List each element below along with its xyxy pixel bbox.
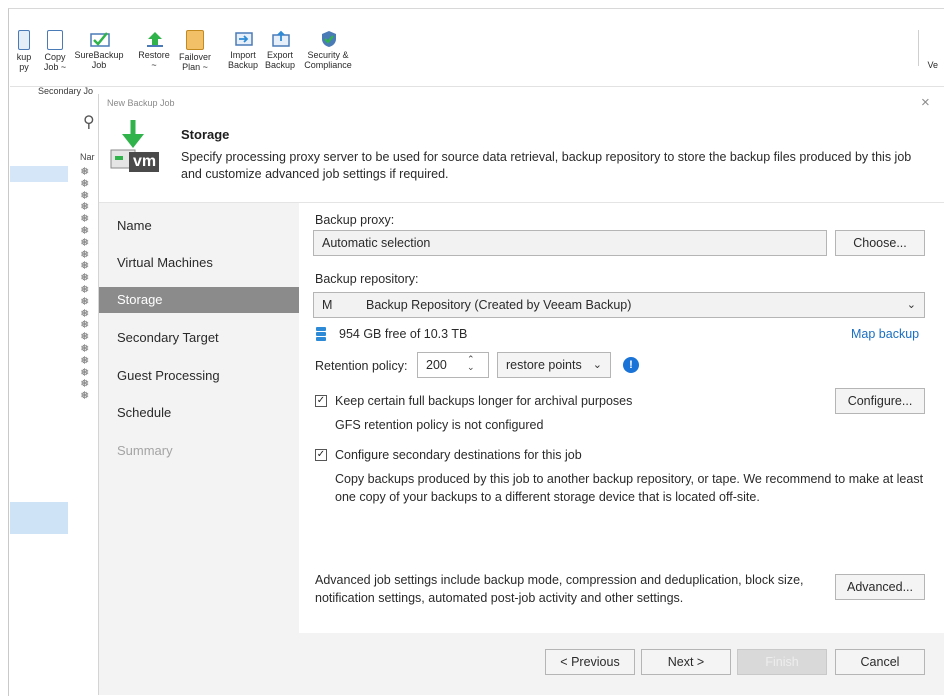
configure-gfs-button[interactable]: Configure... xyxy=(835,388,925,414)
job-row-icon[interactable]: ❅ xyxy=(80,237,89,250)
step-secondary-target[interactable]: Secondary Target xyxy=(99,325,299,351)
ribbon-failover-plan[interactable]: Failover Plan ~ xyxy=(174,30,216,72)
job-row-icon[interactable]: ❅ xyxy=(80,285,89,297)
ribbon-export-backup[interactable]: Export Backup xyxy=(262,30,298,70)
step-summary: Summary xyxy=(117,443,173,458)
map-backup-link[interactable]: Map backup xyxy=(851,327,919,341)
ribbon-label: Copy Job ~ xyxy=(43,52,67,72)
navigation-pane xyxy=(10,96,69,693)
page-description: Specify processing proxy server to be us… xyxy=(181,150,912,181)
import-backup-icon xyxy=(233,30,253,48)
retention-count-value: 200 xyxy=(426,358,447,372)
step-guest-processing[interactable]: Guest Processing xyxy=(99,363,299,389)
new-backup-job-dialog: New Backup Job × vm Storage Specify proc… xyxy=(98,94,944,695)
backup-repository-select[interactable]: M Backup Repository (Created by Veeam Ba… xyxy=(313,292,925,318)
retention-unit-value: restore points xyxy=(506,358,582,372)
step-virtual-machines[interactable]: Virtual Machines xyxy=(99,250,299,276)
ribbon-right-label: Ve xyxy=(927,60,938,70)
secondary-destinations-checkbox[interactable]: ✓ xyxy=(315,449,327,461)
storage-settings: Backup proxy: Automatic selection Choose… xyxy=(299,203,944,633)
finish-button: Finish xyxy=(737,649,827,675)
ribbon-label: Security & Compliance xyxy=(304,50,352,70)
retention-count-field[interactable]: 200 xyxy=(417,352,489,378)
secondary-destinations-label: Configure secondary destinations for thi… xyxy=(335,448,582,462)
repository-value: Backup Repository (Created by Veeam Back… xyxy=(366,298,632,312)
next-button[interactable]: Next > xyxy=(641,649,731,675)
advanced-settings-description: Advanced job settings include backup mod… xyxy=(315,573,804,605)
security-compliance-icon xyxy=(318,30,338,48)
ribbon-restore[interactable]: Restore ~ xyxy=(134,30,174,70)
cancel-button[interactable]: Cancel xyxy=(835,649,925,675)
copy-job-icon xyxy=(47,30,63,50)
search-icon[interactable]: ⚲ xyxy=(83,112,95,132)
retention-unit-select[interactable]: restore points ⌄ xyxy=(497,352,611,378)
step-name[interactable]: Name xyxy=(99,213,299,239)
gfs-status: GFS retention policy is not configured xyxy=(335,418,544,432)
wizard-footer: < Previous Next > Finish Cancel xyxy=(299,633,944,695)
ribbon-label: Failover Plan ~ xyxy=(178,52,211,72)
vm-badge-text: vm xyxy=(133,153,157,170)
info-icon[interactable]: ! xyxy=(623,357,639,373)
backup-proxy-label: Backup proxy: xyxy=(315,213,395,227)
ribbon-label: Export Backup xyxy=(264,50,296,70)
ribbon-import-backup[interactable]: Import Backup xyxy=(224,30,262,70)
job-row-icon[interactable]: ❅ xyxy=(80,226,89,238)
ribbon-group-label: Secondary Jo xyxy=(38,86,94,96)
step-schedule[interactable]: Schedule xyxy=(99,400,299,426)
surebackup-icon xyxy=(89,30,110,48)
failover-plan-icon xyxy=(186,30,204,50)
wizard-steps: Name Virtual Machines Storage Secondary … xyxy=(99,203,299,695)
dialog-title: New Backup Job xyxy=(107,98,175,108)
export-backup-icon xyxy=(270,30,290,48)
job-row-icon[interactable]: ❅ xyxy=(80,344,89,356)
backup-proxy-field[interactable]: Automatic selection xyxy=(313,230,827,256)
ribbon-label: SureBackup Job xyxy=(74,50,124,70)
retention-policy-label: Retention policy: xyxy=(315,359,408,373)
retention-stepper-icon[interactable]: ⌃ ⌄ xyxy=(467,355,475,372)
ribbon-separator xyxy=(918,30,919,66)
chevron-down-icon: ⌄ xyxy=(906,299,916,311)
backup-copy-icon xyxy=(18,30,30,50)
previous-button[interactable]: < Previous xyxy=(545,649,635,675)
backup-repository-label: Backup repository: xyxy=(315,272,419,286)
job-row-icon[interactable]: ❅ xyxy=(80,178,89,191)
ribbon-label: Restore ~ xyxy=(138,50,170,70)
job-row-icon[interactable]: ❅ xyxy=(80,355,89,368)
ribbon-security-compliance[interactable]: Security & Compliance xyxy=(300,30,356,70)
ribbon-backup-copy[interactable]: kup py xyxy=(12,30,36,72)
choose-proxy-button[interactable]: Choose... xyxy=(835,230,925,256)
ribbon-toolbar: kup py Copy Job ~ SureBackup Job Restore… xyxy=(10,24,944,87)
secondary-destinations-description: Copy backups produced by this job to ano… xyxy=(335,472,924,504)
job-row-icon[interactable]: ❅ xyxy=(80,296,89,309)
job-row-icon[interactable]: ❅ xyxy=(80,391,89,403)
close-icon[interactable]: × xyxy=(921,94,930,111)
database-icon xyxy=(316,327,326,342)
repository-prefix: M xyxy=(322,298,333,312)
nav-selected-item[interactable] xyxy=(10,166,68,182)
nav-selected-section[interactable] xyxy=(10,502,68,534)
chevron-down-icon: ⌄ xyxy=(592,359,602,371)
restore-icon xyxy=(144,30,164,48)
gfs-label: Keep certain full backups longer for arc… xyxy=(335,394,633,408)
job-list-column-header[interactable]: Nar xyxy=(80,152,95,162)
repository-free-space: 954 GB free of 10.3 TB xyxy=(339,327,468,341)
gfs-checkbox[interactable]: ✓ xyxy=(315,395,327,407)
page-title: Storage xyxy=(181,127,230,142)
storage-vm-icon: vm xyxy=(109,116,169,176)
ribbon-copy-job[interactable]: Copy Job ~ xyxy=(40,30,70,72)
job-list-rows: ❅ ❅ ❅ ❅ ❅ ❅ ❅ ❅ ❅ ❅ ❅ ❅ ❅ ❅ ❅ ❅ ❅ ❅ ❅ ❅ xyxy=(80,167,89,403)
advanced-button[interactable]: Advanced... xyxy=(835,574,925,600)
ribbon-label: kup py xyxy=(16,52,32,72)
ribbon-label: Import Backup xyxy=(227,50,259,70)
ribbon-surebackup[interactable]: SureBackup Job xyxy=(72,30,126,70)
step-storage[interactable]: Storage xyxy=(99,287,299,313)
